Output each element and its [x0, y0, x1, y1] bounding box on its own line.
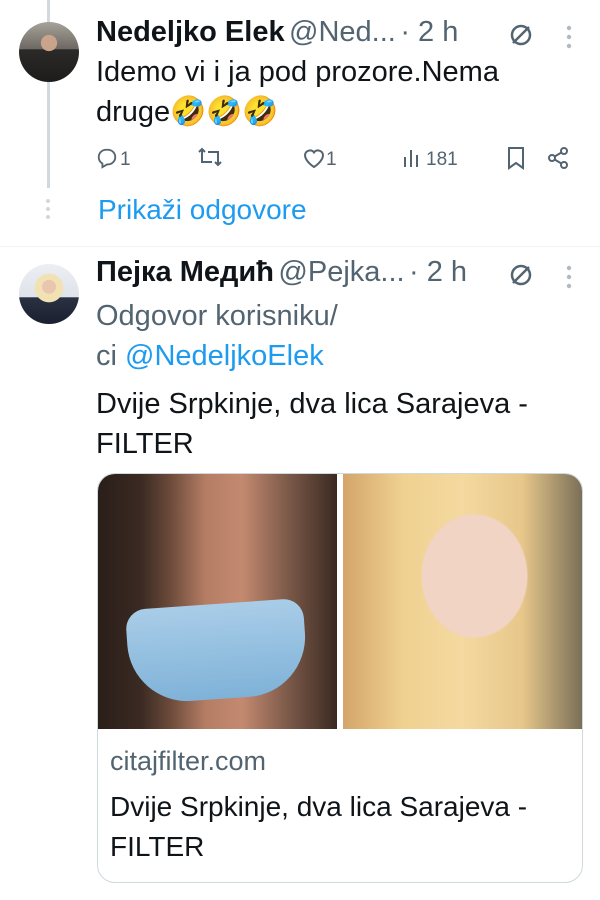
retweet-icon[interactable] — [196, 145, 224, 169]
tweet2-header: Пејка Медић @Pejka... · 2 h — [96, 256, 467, 289]
tweet-text-line: FILTER — [96, 428, 194, 460]
reply-icon[interactable] — [96, 147, 118, 169]
tweet-text-line: Dvije Srpkinje, dva lica Sarajeva - — [96, 388, 528, 420]
tweet-text-line: druge — [96, 96, 171, 128]
tweet1-header: Nedeljko Elek @Ned... · 2 h — [96, 16, 458, 49]
edited-icon — [508, 22, 534, 48]
tweet1-text: Idemo vi i ja pod prozore.Nema druge🤣🤣🤣 — [96, 52, 576, 132]
timestamp[interactable]: · 2 h — [409, 256, 467, 288]
bookmark-icon[interactable] — [506, 146, 526, 170]
author-handle[interactable]: @Ned... — [289, 16, 396, 48]
tweet2-text: Dvije Srpkinje, dva lica Sarajeva - FILT… — [96, 384, 576, 464]
show-replies-link[interactable]: Prikaži odgovore — [98, 194, 307, 226]
card-domain: citajfilter.com — [110, 746, 267, 776]
reply-context-line: Odgovor korisniku/ — [96, 300, 338, 332]
more-options-icon[interactable] — [564, 24, 574, 50]
thread-dots-icon — [44, 198, 52, 220]
emoji-laugh: 🤣🤣🤣 — [170, 96, 279, 128]
reply-count: 1 — [120, 149, 131, 170]
link-preview-card[interactable]: citajfilter.com Dvije Srpkinje, dva lica… — [97, 473, 583, 883]
more-options-icon[interactable] — [564, 264, 574, 290]
author-name[interactable]: Nedeljko Elek — [96, 16, 285, 48]
card-image-right — [343, 474, 582, 729]
edited-icon — [508, 262, 534, 288]
reply-context-line: ci — [96, 340, 125, 372]
card-title: Dvije Srpkinje, dva lica Sarajeva - FILT… — [110, 791, 528, 862]
mention-link[interactable]: @NedeljkoElek — [125, 340, 324, 372]
tweet-text-line: Idemo vi i ja pod prozore.Nema — [96, 56, 499, 88]
views-icon[interactable] — [402, 147, 424, 169]
avatar[interactable] — [19, 264, 79, 324]
reply-context: Odgovor korisniku/ ci @NedeljkoElek — [96, 296, 576, 376]
author-name[interactable]: Пејка Медић — [96, 256, 274, 288]
views-count: 181 — [426, 149, 458, 170]
tweet-divider — [0, 246, 600, 247]
share-icon[interactable] — [546, 146, 570, 170]
like-icon[interactable] — [302, 147, 326, 169]
author-handle[interactable]: @Pejka... — [278, 256, 404, 288]
face-mask-shape — [124, 597, 310, 706]
like-count: 1 — [326, 149, 337, 170]
avatar[interactable] — [19, 22, 79, 82]
timestamp[interactable]: · 2 h — [400, 16, 458, 48]
card-image-left — [98, 474, 337, 729]
